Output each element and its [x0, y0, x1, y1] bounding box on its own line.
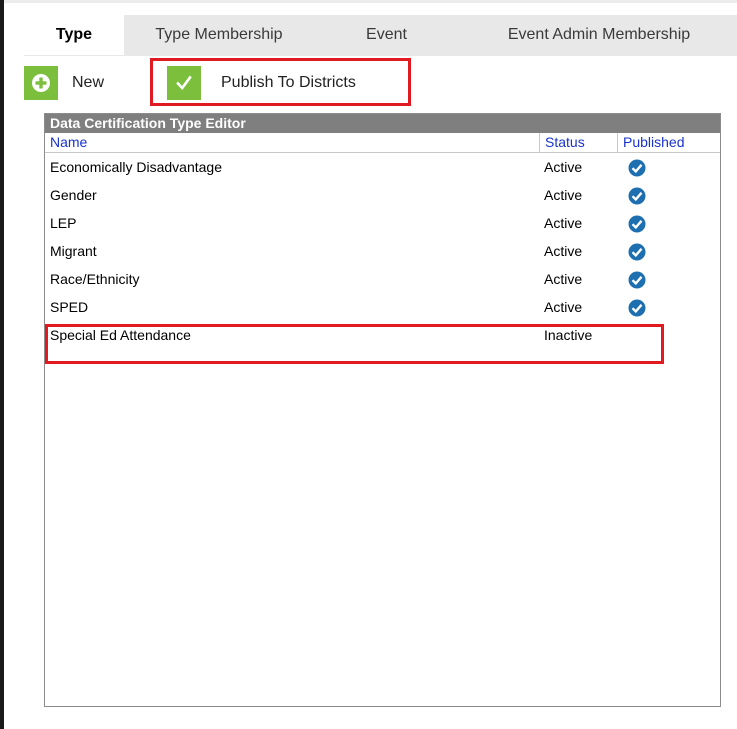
row-name: Special Ed Attendance — [50, 327, 191, 343]
table-row[interactable]: LEP Active — [45, 209, 720, 237]
row-status: Active — [544, 299, 583, 315]
table-row[interactable]: Special Ed Attendance Inactive — [45, 321, 720, 349]
table-row[interactable]: Economically Disadvantage Active — [45, 153, 720, 181]
table-row[interactable]: Gender Active — [45, 181, 720, 209]
publish-to-districts-button[interactable]: Publish To Districts — [167, 66, 356, 100]
grid-title: Data Certification Type Editor — [45, 114, 720, 133]
row-status: Active — [544, 243, 583, 259]
check-badge-icon — [628, 187, 646, 205]
check-badge-icon — [628, 271, 646, 289]
check-badge-icon — [628, 215, 646, 233]
tab-bar: Type Type Membership Event Event Admin M… — [24, 15, 737, 56]
table-row[interactable]: Migrant Active — [45, 237, 720, 265]
tab-type[interactable]: Type — [24, 15, 124, 55]
row-name: Gender — [50, 187, 97, 203]
tab-label: Event — [366, 26, 407, 43]
tab-event-admin-membership[interactable]: Event Admin Membership — [479, 15, 719, 55]
new-button[interactable]: New — [24, 66, 105, 100]
row-status: Active — [544, 159, 583, 175]
grid-header-row: Name Status Published — [45, 133, 720, 153]
row-status: Active — [544, 271, 583, 287]
table-row[interactable]: SPED Active — [45, 293, 720, 321]
row-name: Migrant — [50, 243, 97, 259]
tab-label: Type Membership — [155, 26, 283, 43]
row-name: LEP — [50, 215, 77, 231]
row-status: Active — [544, 215, 583, 231]
row-name: Economically Disadvantage — [50, 159, 222, 175]
column-header-status[interactable]: Status — [539, 133, 617, 152]
row-name: SPED — [50, 299, 89, 315]
row-name: Race/Ethnicity — [50, 271, 140, 287]
check-badge-icon — [628, 159, 646, 177]
plus-circle-icon — [24, 66, 58, 100]
row-status: Active — [544, 187, 583, 203]
tab-type-membership[interactable]: Type Membership — [134, 15, 304, 55]
grid-body: Economically Disadvantage Active Gender Act… — [45, 153, 720, 349]
toolbar: New Publish To Districts — [24, 55, 737, 113]
check-badge-icon — [628, 299, 646, 317]
tab-event[interactable]: Event — [349, 15, 424, 55]
publish-button-label: Publish To Districts — [221, 74, 356, 91]
new-button-label: New — [72, 74, 105, 91]
tab-label: Event Admin Membership — [507, 26, 691, 43]
column-header-name[interactable]: Name — [45, 133, 539, 152]
column-header-published[interactable]: Published — [617, 133, 720, 152]
row-status: Inactive — [544, 327, 593, 343]
table-row[interactable]: Race/Ethnicity Active — [45, 265, 720, 293]
tab-label: Type — [55, 26, 93, 43]
type-editor-grid: Data Certification Type Editor Name Stat… — [44, 113, 721, 707]
check-badge-icon — [628, 243, 646, 261]
check-icon — [167, 66, 201, 100]
